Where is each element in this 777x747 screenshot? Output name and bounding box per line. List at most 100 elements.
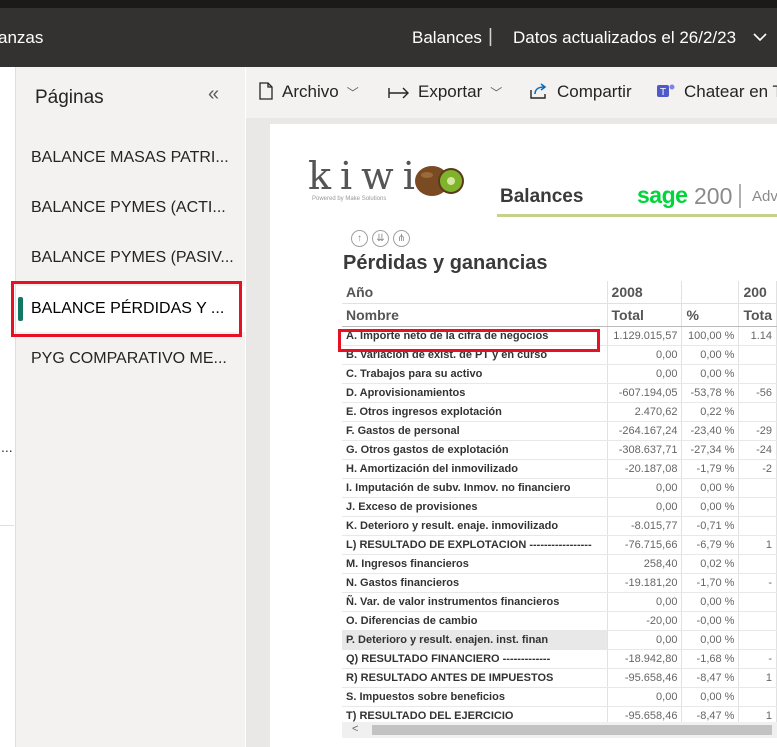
row-next-year-cell	[738, 611, 777, 631]
row-total-cell: 2.470,62	[607, 402, 683, 422]
title-separator: |	[488, 26, 493, 47]
table-row[interactable]: P. Deterioro y result. enajen. inst. fin…	[342, 630, 777, 650]
share-icon	[530, 83, 547, 99]
table-row[interactable]: S. Impuestos sobre beneficios 0,00 0,00 %	[342, 687, 777, 707]
table-row[interactable]: N. Gastos financieros -19.181,20 -1,70 % -	[342, 573, 777, 593]
table-row[interactable]: J. Exceso de provisiones 0,00 0,00 %	[342, 497, 777, 517]
row-next-year-cell: 1	[738, 668, 777, 688]
pct-header: %	[681, 303, 740, 327]
table-row[interactable]: I. Imputación de subv. Inmov. no financi…	[342, 478, 777, 498]
chevron-down-icon[interactable]	[752, 30, 768, 44]
table-row[interactable]: O. Diferencias de cambio -20,00 -0,00 %	[342, 611, 777, 631]
row-name-cell: D. Aprovisionamientos	[342, 383, 608, 403]
table-row[interactable]: Q) RESULTADO FINANCIERO ------------- -18…	[342, 649, 777, 669]
table-row[interactable]: D. Aprovisionamientos -607.194,05 -53,78 %…	[342, 383, 777, 403]
row-next-year-cell: -56	[738, 383, 777, 403]
kiwi-fruit-icon	[415, 166, 464, 196]
drill-down-icon[interactable]: ⇊	[372, 230, 389, 247]
row-next-year-cell	[738, 345, 777, 365]
row-next-year-cell	[738, 364, 777, 384]
row-total-cell: 0,00	[607, 592, 683, 612]
highlight-box-active-page	[11, 281, 242, 337]
scrollbar-thumb[interactable]	[372, 725, 772, 735]
row-pct-cell: 0,00 %	[681, 687, 740, 707]
table-row[interactable]: H. Amortización del inmovilizado -20.187,…	[342, 459, 777, 479]
row-next-year-cell: 1	[738, 535, 777, 555]
export-icon	[388, 87, 409, 99]
file-icon	[259, 82, 273, 100]
row-next-year-cell	[738, 402, 777, 422]
year-2008-header: 2008	[607, 281, 683, 304]
row-next-year-cell: -29	[738, 421, 777, 441]
logo-subtext: Powered by Make Solutions	[312, 196, 387, 202]
row-next-year-cell: -	[738, 649, 777, 669]
row-total-cell: 0,00	[607, 687, 683, 707]
row-name-cell: E. Otros ingresos explotación	[342, 402, 608, 422]
row-total-cell: 258,40	[607, 554, 683, 574]
row-next-year-cell: -24	[738, 440, 777, 460]
chatear-teams-button[interactable]: T Chatear en T	[656, 82, 777, 102]
exportar-menu[interactable]: Exportar ﹀	[388, 82, 502, 102]
horizontal-scrollbar[interactable]: <	[342, 722, 777, 738]
table-row[interactable]: K. Deterioro y result. enaje. inmoviliza…	[342, 516, 777, 536]
row-next-year-cell	[738, 630, 777, 650]
expand-hierarchy-icon[interactable]: ⋔	[393, 230, 410, 247]
page-item-label: BALANCE MASAS PATRI...	[31, 149, 229, 166]
highlight-box-first-row	[338, 329, 600, 352]
row-total-cell: -20.187,08	[607, 459, 683, 479]
scroll-left-icon[interactable]: <	[352, 723, 358, 735]
table-row[interactable]: G. Otros gastos de explotación -308.637,7…	[342, 440, 777, 460]
row-name-cell: Q) RESULTADO FINANCIERO -------------	[342, 649, 608, 669]
row-pct-cell: -1,79 %	[681, 459, 740, 479]
pages-panel: Páginas « BALANCE MASAS PATRI... BALANCE…	[16, 67, 245, 747]
chevron-down-icon: ﹀	[346, 86, 359, 100]
archivo-menu[interactable]: Archivo ﹀	[258, 82, 359, 102]
chevron-down-icon: ﹀	[490, 86, 503, 100]
exportar-label: Exportar	[418, 82, 483, 101]
divider	[0, 525, 14, 526]
row-total-cell: -308.637,71	[607, 440, 683, 460]
table-row[interactable]: C. Trabajos para su activo 0,00 0,00 %	[342, 364, 777, 384]
page-item-balance-pymes-pasivo[interactable]: BALANCE PYMES (PASIV...	[16, 235, 245, 281]
row-name-cell: K. Deterioro y result. enaje. inmoviliza…	[342, 516, 608, 536]
table-row[interactable]: Ñ. Var. de valor instrumentos financiero…	[342, 592, 777, 612]
page-item-balance-pymes-activo[interactable]: BALANCE PYMES (ACTI...	[16, 185, 245, 231]
compartir-button[interactable]: Compartir	[529, 82, 632, 102]
row-pct-cell: -6,79 %	[681, 535, 740, 555]
row-total-cell: 0,00	[607, 630, 683, 650]
row-pct-cell: -27,34 %	[681, 440, 740, 460]
row-pct-cell: 0,00 %	[681, 592, 740, 612]
drill-up-icon[interactable]: ↑	[351, 230, 368, 247]
row-total-cell: -264.167,24	[607, 421, 683, 441]
page-item-label: PYG COMPARATIVO ME...	[31, 350, 227, 367]
archivo-label: Archivo	[282, 82, 339, 101]
row-name-cell: L) RESULTADO DE EXPLOTACION ------------…	[342, 535, 608, 555]
compartir-label: Compartir	[557, 82, 632, 101]
page-item-label: BALANCE PYMES (PASIV...	[31, 249, 234, 266]
year-header: Año	[342, 281, 608, 304]
teams-icon: T	[657, 84, 675, 98]
row-pct-cell: -1,70 %	[681, 573, 740, 593]
row-name-cell: Ñ. Var. de valor instrumentos financiero…	[342, 592, 608, 612]
row-name-cell: F. Gastos de personal	[342, 421, 608, 441]
row-total-cell: 0,00	[607, 364, 683, 384]
row-next-year-cell	[738, 497, 777, 517]
more-icon[interactable]: ...	[1, 439, 13, 455]
row-name-cell: C. Trabajos para su activo	[342, 364, 608, 384]
collapse-panel-icon[interactable]: «	[208, 83, 219, 106]
table-row[interactable]: R) RESULTADO ANTES DE IMPUESTOS -95.658,4…	[342, 668, 777, 688]
row-pct-cell: -0,00 %	[681, 611, 740, 631]
page-item-pyg-comparativo[interactable]: PYG COMPARATIVO ME...	[16, 336, 245, 382]
logo-separator	[739, 184, 741, 208]
table-row[interactable]: M. Ingresos financieros 258,40 0,02 %	[342, 554, 777, 574]
table-row[interactable]: L) RESULTADO DE EXPLOTACION ------------…	[342, 535, 777, 555]
row-next-year-cell: -	[738, 573, 777, 593]
row-pct-cell: 0,00 %	[681, 497, 740, 517]
table-row[interactable]: E. Otros ingresos explotación 2.470,62 0,2…	[342, 402, 777, 422]
table-row[interactable]: F. Gastos de personal -264.167,24 -23,40 %…	[342, 421, 777, 441]
row-name-cell: S. Impuestos sobre beneficios	[342, 687, 608, 707]
row-name-cell: P. Deterioro y result. enajen. inst. fin…	[342, 630, 608, 650]
page-item-balance-masas[interactable]: BALANCE MASAS PATRI...	[16, 135, 245, 181]
report-header-title: Balances	[500, 186, 584, 207]
report-name: Balances	[412, 28, 482, 47]
